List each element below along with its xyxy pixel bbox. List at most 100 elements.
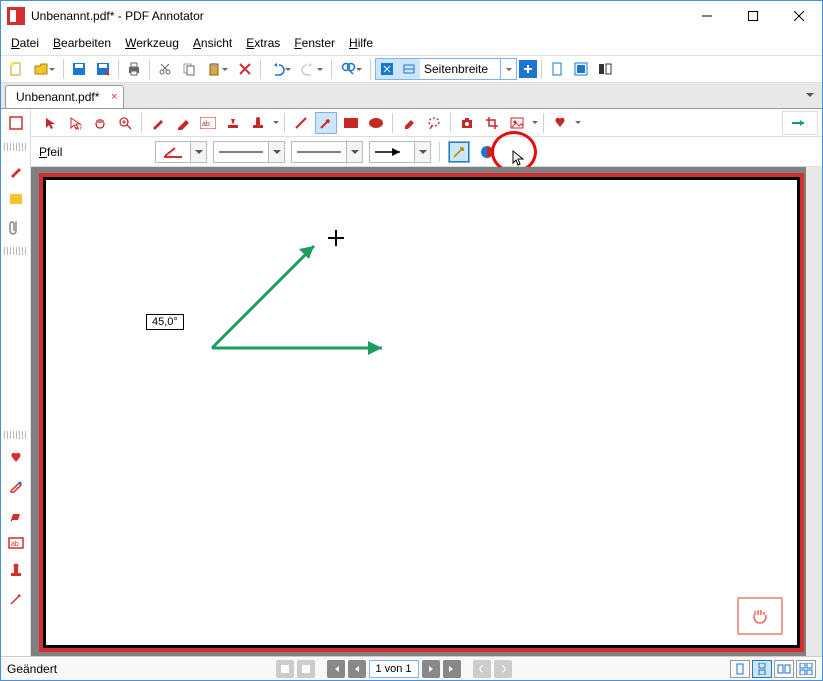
zoom-mode-icon[interactable] [398, 59, 420, 79]
zoom-dropdown-icon[interactable] [500, 58, 516, 80]
line-width-combo[interactable] [213, 141, 285, 163]
line-style-dropdown-icon[interactable] [346, 142, 362, 162]
search-button[interactable] [336, 58, 366, 80]
window-title: Unbenannt.pdf* - PDF Annotator [31, 9, 684, 23]
pen-tool-button[interactable] [147, 112, 169, 134]
first-page-button[interactable] [327, 660, 345, 678]
tabs-more-button[interactable] [802, 87, 818, 103]
image-dropdown-icon[interactable] [531, 112, 538, 134]
redo-dropdown-icon [317, 58, 324, 80]
stamp-dropdown-icon[interactable] [272, 112, 279, 134]
line-width-dropdown-icon[interactable] [268, 142, 284, 162]
paste-button[interactable] [202, 58, 232, 80]
undo-button[interactable] [265, 58, 295, 80]
open-button[interactable] [29, 58, 59, 80]
lasso-erase-button[interactable] [423, 112, 445, 134]
redo-button[interactable] [297, 58, 327, 80]
side-note-button[interactable] [4, 187, 28, 211]
layout-fit-button[interactable] [570, 58, 592, 80]
cut-button[interactable] [154, 58, 176, 80]
snapshot-button[interactable] [456, 112, 478, 134]
pan-button[interactable] [89, 112, 111, 134]
menu-hilfe[interactable]: Hilfe [343, 33, 379, 53]
side-blank-button[interactable] [4, 111, 28, 135]
menu-fenster[interactable]: Fenster [288, 33, 341, 53]
apply-arrow-button[interactable] [782, 111, 818, 135]
snap-45-button[interactable] [448, 141, 470, 163]
menu-ansicht[interactable]: Ansicht [187, 33, 238, 53]
nav-forward-button[interactable] [494, 660, 512, 678]
cursor-icon [511, 149, 527, 169]
side-attachment-button[interactable] [4, 215, 28, 239]
page[interactable]: 45,0° [46, 180, 797, 645]
rect-tool-button[interactable] [340, 112, 362, 134]
print-button[interactable] [123, 58, 145, 80]
hand-tool-button[interactable] [737, 597, 783, 635]
eraser-button[interactable] [398, 112, 420, 134]
vertical-scrollbar[interactable] [806, 167, 822, 656]
page-insert-after-button[interactable] [297, 660, 315, 678]
text-highlight-button[interactable] [222, 112, 244, 134]
undo-dropdown-icon [285, 58, 292, 80]
save-button[interactable] [68, 58, 90, 80]
menu-datei[interactable]: Datei [5, 33, 45, 53]
page-number-input[interactable] [369, 660, 419, 678]
stamp-tool-button[interactable] [247, 112, 269, 134]
select-button[interactable] [64, 112, 86, 134]
delete-button[interactable] [234, 58, 256, 80]
last-page-button[interactable] [443, 660, 461, 678]
zoom-tool-button[interactable] [114, 112, 136, 134]
opacity-button[interactable] [476, 141, 498, 163]
ellipse-tool-button[interactable] [365, 112, 387, 134]
view-two-continuous-button[interactable] [796, 660, 816, 678]
next-page-button[interactable] [422, 660, 440, 678]
side-favorite-button[interactable] [4, 447, 28, 471]
side-arrow-tool-button[interactable] [4, 587, 28, 611]
minimize-button[interactable] [684, 1, 730, 31]
color-dropdown-icon[interactable] [190, 142, 206, 162]
cursor-button[interactable] [39, 112, 61, 134]
new-document-button[interactable] [5, 58, 27, 80]
line-style-combo[interactable] [291, 141, 363, 163]
color-combo[interactable] [155, 141, 207, 163]
copy-button[interactable] [178, 58, 200, 80]
document-tab[interactable]: Unbenannt.pdf* × [5, 85, 124, 108]
save-as-button[interactable] [92, 58, 114, 80]
page-drawing [46, 180, 797, 645]
favorites-dropdown-icon[interactable] [574, 112, 581, 134]
arrowhead-dropdown-icon[interactable] [414, 142, 430, 162]
zoom-combo[interactable] [375, 58, 517, 80]
prev-page-button[interactable] [348, 660, 366, 678]
favorites-button[interactable] [549, 112, 571, 134]
crop-button[interactable] [481, 112, 503, 134]
menu-extras[interactable]: Extras [240, 33, 286, 53]
page-insert-before-button[interactable] [276, 660, 294, 678]
tab-close-icon[interactable]: × [111, 91, 117, 103]
side-pencil-button[interactable] [4, 503, 28, 527]
text-tool-button[interactable]: ab [197, 112, 219, 134]
side-stamp-button[interactable] [4, 559, 28, 583]
zoom-fit-icon[interactable] [376, 59, 398, 79]
view-continuous-button[interactable] [752, 660, 772, 678]
menu-bearbeiten[interactable]: Bearbeiten [47, 33, 117, 53]
side-textbox-button[interactable]: ab [4, 531, 28, 555]
side-pen-button[interactable] [4, 159, 28, 183]
layout-single-button[interactable] [546, 58, 568, 80]
view-single-button[interactable] [730, 660, 750, 678]
line-tool-button[interactable] [290, 112, 312, 134]
close-button[interactable] [776, 1, 822, 31]
arrowhead-combo[interactable] [369, 141, 431, 163]
page-border: 45,0° [39, 173, 804, 652]
arrow-tool-button[interactable] [315, 112, 337, 134]
marker-tool-button[interactable] [172, 112, 194, 134]
nav-back-button[interactable] [473, 660, 491, 678]
zoom-input[interactable] [420, 59, 500, 79]
zoom-add-button[interactable] [519, 60, 537, 78]
svg-text:ab: ab [11, 541, 19, 548]
view-two-page-button[interactable] [774, 660, 794, 678]
maximize-button[interactable] [730, 1, 776, 31]
image-tool-button[interactable] [506, 112, 528, 134]
side-brush-button[interactable] [4, 475, 28, 499]
layout-two-button[interactable] [594, 58, 616, 80]
menu-werkzeug[interactable]: Werkzeug [119, 33, 185, 53]
